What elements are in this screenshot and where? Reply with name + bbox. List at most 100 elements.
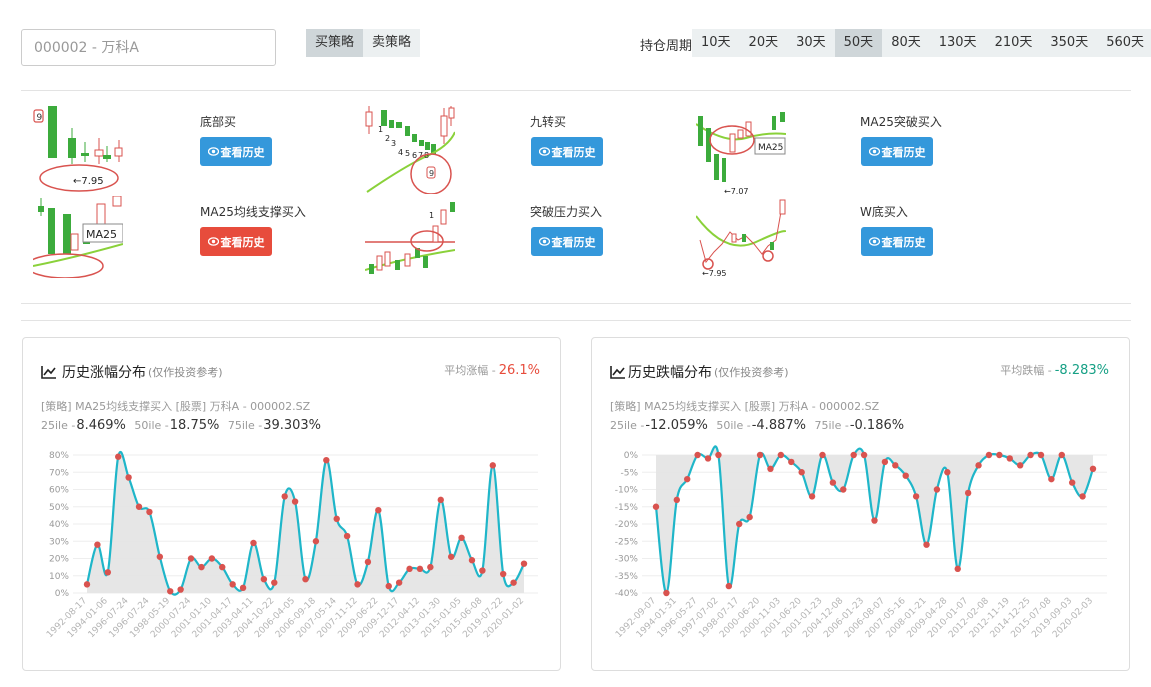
data-point [736, 520, 743, 528]
thumb-label: ←7.95 [702, 269, 727, 278]
view-history-label: 查看历史 [551, 235, 596, 249]
view-history-button[interactable]: 查看历史 [200, 137, 272, 166]
data-point [923, 541, 930, 548]
average-fall: 平均跌幅 - -8.283% [1000, 362, 1109, 378]
holding-option-130[interactable]: 130天 [929, 29, 986, 57]
view-history-button[interactable]: 查看历史 [531, 137, 603, 166]
data-point [187, 555, 195, 562]
panel-title: 历史跌幅分布 (仅作投资参考) [610, 362, 789, 382]
fall-distribution-chart: 0%-5%-10%-15%-20%-25%-30%-35%-40%1992-09… [614, 445, 1107, 640]
data-point [1027, 451, 1034, 459]
data-point [333, 515, 340, 523]
holding-option-350[interactable]: 350天 [1041, 29, 1098, 57]
strategy-meta: [策略] MA25均线支撑买入 [股票] 万科A - 000002.SZ [41, 400, 311, 413]
data-point [437, 496, 444, 504]
strategy-name-ma25-breakout-buy: MA25突破买入 [860, 115, 942, 129]
data-point [902, 472, 909, 479]
holding-option-80[interactable]: 80天 [882, 29, 930, 57]
fall-distribution-panel: 历史跌幅分布 (仅作投资参考) 平均跌幅 - -8.283% [策略] MA25均… [591, 337, 1130, 671]
view-history-label: 查看历史 [220, 235, 265, 249]
data-point [892, 462, 899, 469]
eye-icon [538, 147, 550, 156]
data-point [177, 586, 184, 593]
holding-option-30[interactable]: 30天 [787, 29, 835, 57]
holding-option-210[interactable]: 210天 [985, 29, 1042, 57]
rise-distribution-chart: 0%10%20%30%40%50%60%70%80%1992-08-171994… [45, 451, 538, 640]
data-point [250, 539, 257, 547]
bottom-buy-thumbnail: 9 ←7.95 [33, 106, 123, 192]
strategy-meta: [策略] MA25均线支撑买入 [股票] 万科A - 000002.SZ [610, 400, 880, 413]
y-tick-label: 10% [49, 572, 69, 582]
count-label-2: 2 [385, 134, 390, 143]
y-tick-label: -40% [615, 589, 639, 599]
data-point [829, 479, 837, 486]
holding-option-10[interactable]: 10天 [692, 29, 740, 57]
y-tick-label: -35% [615, 572, 639, 582]
buy-strategy-button[interactable]: 买策略 [306, 29, 364, 57]
panel-title-text: 历史跌幅分布 [628, 365, 712, 381]
line-chart-icon [610, 366, 625, 379]
stock-search-input[interactable] [21, 29, 276, 66]
data-point [725, 582, 733, 590]
data-point [1016, 462, 1024, 469]
count-label-9: 9 [429, 169, 434, 178]
divider [21, 320, 1131, 321]
data-point [354, 581, 361, 588]
rise-distribution-panel: 历史涨幅分布 (仅作投资参考) 平均涨幅 -26.1% [策略] MA25均线支… [22, 337, 561, 671]
p25-label: 25ile - [41, 419, 76, 432]
data-point [944, 469, 951, 476]
data-point [219, 563, 226, 571]
y-tick-label: 20% [49, 555, 69, 565]
holding-period-label: 持仓周期 [640, 39, 693, 54]
data-point [198, 563, 205, 571]
view-history-button[interactable]: 查看历史 [531, 227, 603, 256]
count-label-3: 3 [391, 139, 396, 148]
data-point [684, 475, 691, 483]
data-point [156, 553, 164, 560]
y-tick-label: -25% [615, 537, 639, 547]
view-history-button[interactable]: 查看历史 [861, 137, 933, 166]
y-tick-label: 40% [49, 520, 69, 530]
y-tick-label: 0% [55, 589, 70, 599]
holding-option-20[interactable]: 20天 [739, 29, 788, 57]
data-point [798, 469, 805, 476]
data-point [912, 493, 920, 500]
p25-label: 25ile - [610, 419, 645, 432]
data-point [83, 581, 91, 588]
panel-subtitle: (仅作投资参考) [148, 366, 223, 379]
divider [21, 90, 1131, 91]
data-point [125, 474, 132, 481]
sell-strategy-button[interactable]: 卖策略 [363, 29, 421, 57]
data-point [673, 496, 681, 504]
thumb-label: 9 [37, 113, 43, 123]
p50-value: 18.75% [169, 418, 220, 433]
data-point [985, 451, 993, 459]
average-rise: 平均涨幅 -26.1% [444, 362, 540, 378]
data-point [694, 451, 701, 459]
data-point [427, 563, 434, 571]
y-tick-label: 60% [49, 486, 69, 496]
eye-icon [868, 237, 880, 246]
data-point [375, 507, 382, 514]
panel-subtitle: (仅作投资参考) [714, 366, 789, 379]
data-point [871, 517, 878, 524]
strategy-name-nine-turn-buy: 九转买 [530, 115, 567, 129]
data-point [167, 588, 174, 595]
view-history-label: 查看历史 [881, 145, 926, 159]
data-point [1006, 455, 1013, 462]
data-point [1037, 451, 1045, 459]
count-label-5: 5 [405, 149, 410, 158]
holding-option-50[interactable]: 50天 [834, 29, 883, 57]
thumb-label: MA25 [86, 228, 117, 241]
data-point [933, 486, 941, 493]
panel-title: 历史涨幅分布 (仅作投资参考) [41, 362, 223, 382]
data-point [104, 569, 112, 576]
data-point [860, 451, 868, 459]
view-history-button[interactable]: 查看历史 [200, 227, 272, 256]
view-history-button[interactable]: 查看历史 [861, 227, 933, 256]
data-point [115, 453, 122, 460]
data-point [229, 581, 236, 588]
holding-option-560[interactable]: 560天 [1097, 29, 1151, 57]
data-point [135, 503, 143, 510]
data-point [260, 576, 268, 583]
